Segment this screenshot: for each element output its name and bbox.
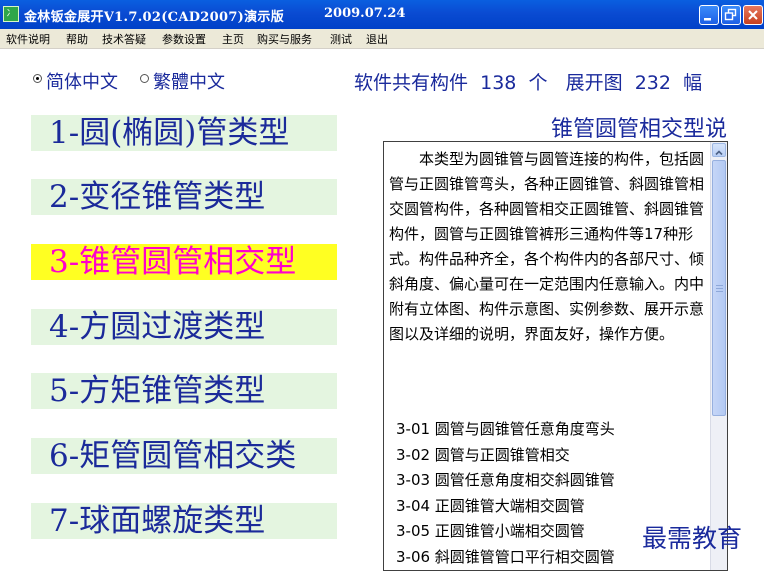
restore-icon	[724, 8, 737, 21]
stats-middle: 展开图	[565, 72, 623, 94]
stats-unit-parts: 个	[528, 72, 548, 94]
type-button-cone-pipe-intersect[interactable]: 3-锥管圆管相交型	[31, 244, 337, 280]
vertical-scrollbar[interactable]	[710, 142, 727, 570]
menu-software-guide[interactable]: 软件说明	[6, 31, 50, 47]
traditional-chinese-radio[interactable]	[140, 74, 149, 83]
minimize-icon	[704, 18, 711, 21]
chevron-up-icon	[715, 150, 723, 156]
list-item: 3-03 圆管任意角度相交斜圆锥管	[396, 471, 615, 489]
type-button-sphere-spiral[interactable]: 7-球面螺旋类型	[31, 503, 337, 539]
close-button[interactable]	[743, 5, 763, 25]
stats-part-count: 138	[480, 72, 517, 94]
menu-exit[interactable]: 退出	[366, 31, 388, 47]
description-textbox[interactable]: 本类型为圆锥管与圆管连接的构件，包括圆管与正圆锥管弯头，各种正圆锥管、斜圆锥管相…	[383, 141, 728, 571]
close-icon	[748, 10, 758, 20]
menu-home[interactable]: 主页	[222, 31, 244, 47]
scroll-thumb[interactable]	[712, 160, 726, 416]
menu-tech-support[interactable]: 技术答疑	[102, 31, 146, 47]
type-button-reducer-cone[interactable]: 2-变径锥管类型	[31, 179, 337, 215]
simplified-chinese-label[interactable]: 简体中文	[46, 68, 118, 94]
type-button-rect-round-intersect[interactable]: 6-矩管圆管相交类	[31, 438, 337, 474]
component-stats: 软件共有构件 138 个 展开图 232 幅	[354, 68, 702, 95]
simplified-chinese-radio[interactable]	[33, 74, 42, 83]
menu-test[interactable]: 测试	[330, 31, 352, 47]
list-item: 3-01 圆管与圆锥管任意角度弯头	[396, 420, 615, 438]
type-button-round-pipe[interactable]: 1-圆(椭圆)管类型	[31, 115, 337, 151]
maximize-button[interactable]	[721, 5, 741, 25]
app-icon: 冫	[3, 6, 19, 22]
list-item: 3-02 圆管与正圆锥管相交	[396, 445, 570, 464]
minimize-button[interactable]	[699, 5, 719, 25]
list-item: 3-04 正圆锥管大端相交圆管	[396, 496, 585, 515]
title-bar: 冫 金林钣金展开V1.7.02(CAD2007)演示版 2009.07.24	[0, 0, 764, 29]
stats-unit-drawings: 幅	[683, 72, 703, 94]
scroll-up-button[interactable]	[712, 143, 726, 157]
stats-drawing-count: 232	[634, 72, 671, 94]
menu-help[interactable]: 帮助	[66, 31, 88, 47]
type-button-rect-cone[interactable]: 5-方矩锥管类型	[31, 373, 337, 409]
type-button-square-round-transition[interactable]: 4-方圆过渡类型	[31, 309, 337, 345]
menu-parameter-settings[interactable]: 参数设置	[162, 31, 206, 47]
description-title: 锥管圆管相交型说	[551, 117, 728, 142]
menu-purchase-service[interactable]: 购买与服务	[257, 31, 312, 47]
window-title: 金林钣金展开V1.7.02(CAD2007)演示版	[24, 10, 285, 25]
traditional-chinese-label[interactable]: 繁體中文	[153, 68, 225, 94]
watermark: 最需教育	[642, 524, 743, 553]
version-date: 2009.07.24	[324, 6, 406, 21]
description-text: 本类型为圆锥管与圆管连接的构件，包括圆管与正圆锥管弯头，各种正圆锥管、斜圆锥管相…	[389, 150, 705, 343]
stats-prefix: 软件共有构件	[354, 72, 469, 94]
menu-bar: 软件说明 帮助 技术答疑 参数设置 主页 购买与服务 测试 退出	[0, 29, 764, 49]
